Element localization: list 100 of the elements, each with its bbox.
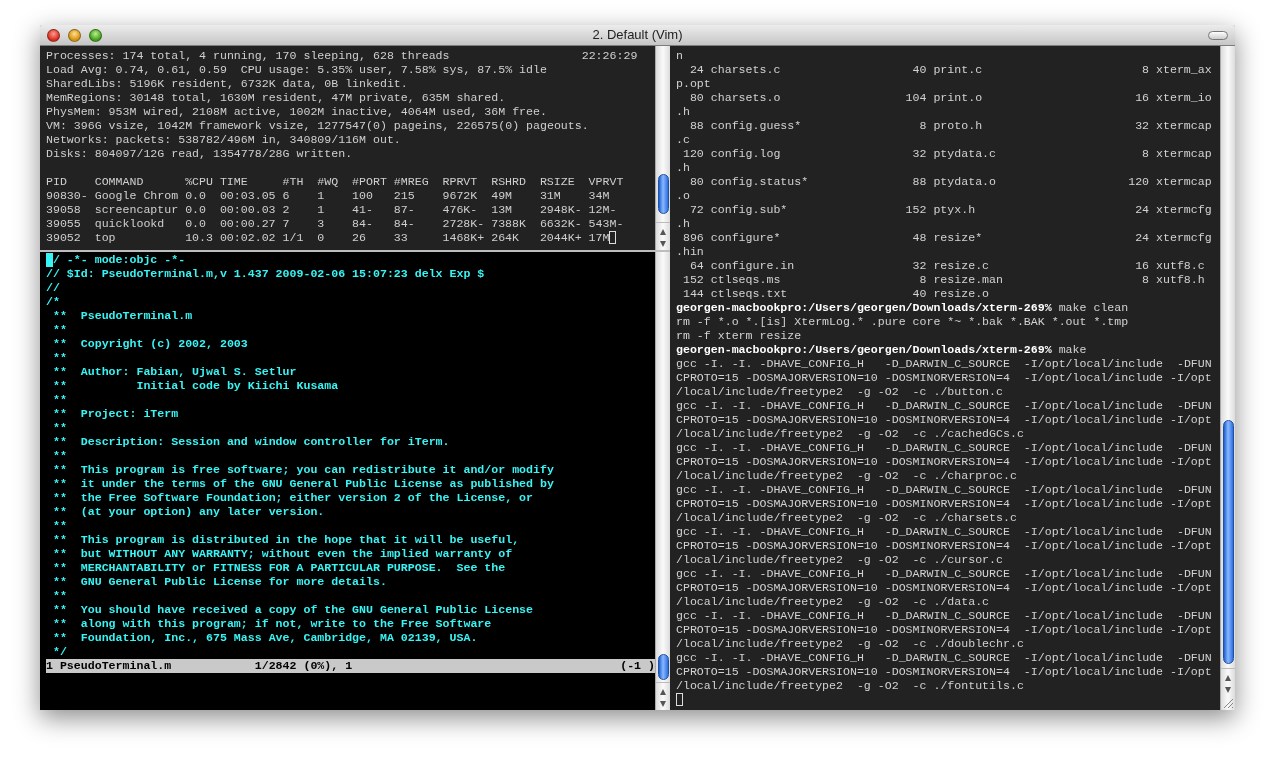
file-size: 24: [1134, 231, 1150, 245]
code-line: ** but WITHOUT ANY WARRANTY; without even the implied warranty of: [51, 547, 513, 560]
file-size: 120: [1127, 175, 1150, 189]
output-line: CPROTO=15 -DOSMAJORVERSION=10 -DOSMINORVERSION=4 -I/opt/local/include -I/opt: [676, 455, 1213, 469]
code-line: ** along with this program; if not, write to the Free Software: [51, 617, 492, 630]
file-size: 40: [911, 287, 927, 301]
table-cell-text: 00:00.27: [219, 217, 277, 231]
scroll-down-icon[interactable]: [1225, 687, 1231, 693]
file-size: 16: [1134, 91, 1150, 105]
table-cell: 34M: [588, 189, 610, 203]
output-line: .c: [676, 133, 691, 147]
status-info: (-1 ): [620, 659, 655, 673]
close-button[interactable]: [47, 28, 60, 42]
output-line: gcc -I. -I. -DHAVE_CONFIG_H -D_DARWIN_C_SOURCE -I/opt/local/include -DFUN: [676, 567, 1213, 581]
table-cell-text: 6: [282, 189, 291, 203]
file-size: 144: [681, 287, 704, 301]
scrollbar[interactable]: [1220, 46, 1235, 710]
code-line: ** Project: iTerm: [51, 407, 179, 420]
file-size: 120: [681, 147, 704, 161]
file-name: config.status*: [709, 175, 810, 189]
output-line: gcc -I. -I. -DHAVE_CONFIG_H -D_DARWIN_C_SOURCE -I/opt/local/include -DFUN: [676, 441, 1213, 455]
table-cell-text: 39058: [46, 203, 82, 217]
file-name: ctlseqs.txt: [709, 287, 789, 301]
resize-grip-icon[interactable]: [1223, 698, 1234, 709]
file-size: 32: [911, 147, 927, 161]
output-line: /local/include/freetype2 -g -O2 -c ./charproc.c: [676, 469, 1018, 483]
code-line: ** Foundation, Inc., 675 Mass Ave, Cambridge, MA 02139, USA.: [51, 631, 478, 644]
table-cell-text: 0.0: [185, 203, 207, 217]
code-line: ** the Free Software Foundation; either version 2 of the License, or: [51, 491, 534, 504]
code-line: ** GNU General Public License for more details.: [51, 575, 387, 588]
scroll-thumb[interactable]: [658, 174, 669, 214]
column-header: PID: [46, 175, 68, 189]
table-cell-text: 7388K: [491, 217, 527, 231]
output-line: VM: 396G vsize, 1042M framework vsize, 1277547(0) pageins, 226575(0) pageouts.: [46, 119, 590, 133]
table-cell-text: 3: [317, 217, 326, 231]
text-cursor: [676, 693, 683, 706]
file-size: 80: [688, 91, 704, 105]
scroll-up-icon[interactable]: [1225, 675, 1231, 681]
scroll-thumb[interactable]: [658, 654, 669, 680]
table-cell-text: 10.3: [185, 231, 214, 245]
code-line: ** it under the terms of the GNU General Public License as published by: [51, 477, 554, 490]
code-line: ** Author: Fabian, Ujwal S. Setlur: [51, 365, 297, 378]
file-name: resize*: [932, 231, 984, 245]
column-header: %CPU: [185, 175, 214, 189]
zoom-button[interactable]: [89, 28, 102, 42]
file-size: 104: [904, 91, 927, 105]
output-line: Processes: 174 total, 4 running, 170 sleeping, 628 threads: [46, 49, 450, 63]
code-line: /*: [46, 295, 60, 308]
file-name: proto.h: [932, 119, 984, 133]
scrollbar[interactable]: [655, 252, 670, 710]
output-line: CPROTO=15 -DOSMAJORVERSION=10 -DOSMINORVERSION=4 -I/opt/local/include -I/opt: [676, 413, 1213, 427]
output-line: rm -f *.o *.[is] XtermLog.* .pure core *~ *.bak *.BAK *.out *.tmp: [676, 315, 1130, 329]
output-line: Disks: 804097/12G read, 1354778/28G written.: [46, 147, 354, 161]
code-line: // $Id: PseudoTerminal.m,v 1.437 2009-02-06 15:07:23 delx Exp $: [46, 267, 485, 280]
table-cell-text: 33: [393, 231, 409, 245]
table-cell-text: 2044K+: [539, 231, 583, 245]
output-line: p.opt: [676, 77, 712, 91]
file-name: config.sub*: [709, 203, 789, 217]
file-name: ptydata.o: [932, 175, 998, 189]
text-cursor: [609, 231, 617, 244]
table-cell-text: 9672K: [442, 189, 479, 203]
file-name: xtermcfg: [1155, 231, 1212, 245]
output-line: CPROTO=15 -DOSMAJORVERSION=10 -DOSMINORVERSION=4 -I/opt/local/include -I/opt: [676, 497, 1213, 511]
minimize-button[interactable]: [68, 28, 81, 42]
file-name: xutf8.c: [1155, 259, 1205, 273]
cursor-position: 1/2842 (0%), 1: [254, 659, 354, 673]
code-line: **: [51, 589, 67, 602]
file-name: ctlseqs.ms: [709, 273, 782, 287]
file-size: 8: [918, 119, 927, 133]
code-line: **: [51, 519, 67, 532]
output-line: n: [676, 49, 684, 63]
scrollbar[interactable]: [655, 46, 670, 250]
output-line: PhysMem: 953M wired, 2108M active, 1002M inactive, 4064M used, 36M free.: [46, 105, 548, 119]
toolbar-toggle-button[interactable]: [1208, 30, 1228, 40]
file-name: charsets.c: [709, 63, 782, 77]
scroll-thumb[interactable]: [1223, 420, 1234, 664]
table-cell-text: 0.0: [185, 217, 207, 231]
column-header: COMMAND: [94, 175, 145, 189]
file-name: charsets.o: [709, 91, 782, 105]
code-line: ** (at your option) any later version.: [51, 505, 325, 518]
column-header: #WQ: [317, 175, 340, 189]
file-name: xtermcfg: [1155, 203, 1212, 217]
code-line: ** MERCHANTABILITY or FITNESS FOR A PARTICULAR PURPOSE. See the: [51, 561, 506, 574]
buffer-name: 1 PseudoTerminal.m: [46, 659, 173, 673]
table-cell-text: 100: [352, 189, 374, 203]
file-name: config.log: [709, 147, 782, 161]
code-line: ** PseudoTerminal.m: [51, 309, 193, 322]
table-cell-text: 87-: [393, 203, 416, 217]
output-line: gcc -I. -I. -DHAVE_CONFIG_H -D_DARWIN_C_SOURCE -I/opt/local/include -DFUN: [676, 525, 1213, 539]
code-line: ** Description: Session and window controller for iTerm.: [51, 435, 450, 448]
code-line: **: [51, 393, 67, 406]
file-name: config.guess*: [709, 119, 803, 133]
file-name: xutf8.h: [1155, 273, 1205, 287]
file-name: resize.c: [932, 259, 991, 273]
column-header: RSIZE: [539, 175, 576, 189]
column-header: RPRVT: [442, 175, 479, 189]
table-cell-text: 31M: [539, 189, 562, 203]
output-line: gcc -I. -I. -DHAVE_CONFIG_H -D_DARWIN_C_SOURCE -I/opt/local/include -DFUN: [676, 357, 1213, 371]
file-name: xtermcap: [1155, 175, 1212, 189]
output-line: .h: [676, 105, 691, 119]
